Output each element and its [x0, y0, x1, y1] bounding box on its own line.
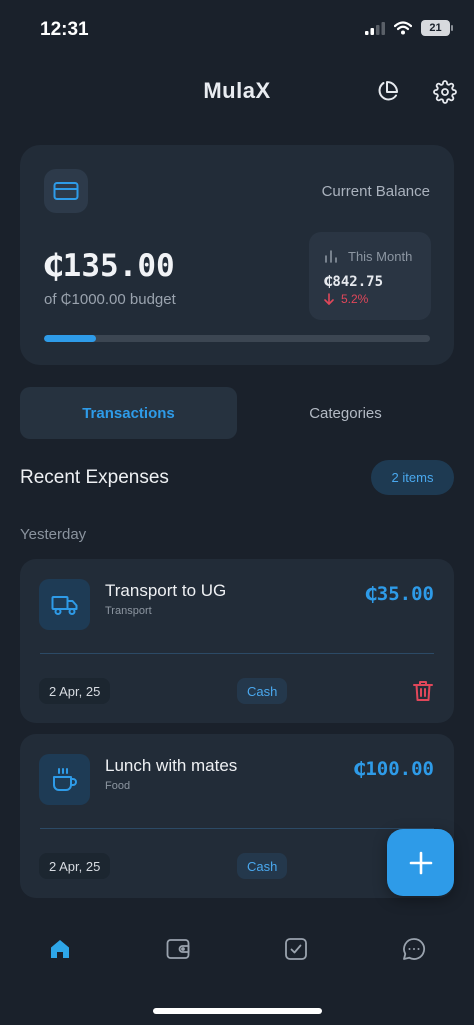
battery-level: 21: [429, 22, 442, 34]
current-balance-label: Current Balance: [321, 183, 430, 200]
transaction-date: 2 Apr, 25: [39, 678, 111, 704]
wallet-icon: [166, 939, 190, 959]
delete-button[interactable]: [412, 679, 434, 703]
date-group-label: Yesterday: [20, 526, 87, 543]
nav-chat[interactable]: [400, 935, 428, 963]
nav-wallet[interactable]: [164, 935, 192, 963]
payment-method-badge: Cash: [237, 853, 288, 879]
status-icons: 21: [365, 20, 453, 36]
transaction-title: Transport to UG: [105, 581, 227, 600]
transaction-icon-box: [39, 579, 90, 630]
transaction-amount: ₵35.00: [365, 583, 434, 605]
transaction-category: Transport: [105, 605, 152, 617]
budget-progress-bar: [44, 335, 430, 342]
trash-icon: [413, 681, 433, 701]
plus-icon: [409, 851, 432, 874]
home-indicator: [153, 1008, 322, 1014]
app-header: MulaX: [0, 70, 474, 114]
status-bar: 12:31 21: [0, 0, 474, 60]
settings-button[interactable]: [429, 76, 461, 108]
card-icon-box: [44, 169, 88, 213]
battery-indicator: 21: [421, 20, 453, 36]
this-month-amount: ₵842.75: [324, 274, 384, 290]
this-month-change-value: 5.2%: [341, 292, 369, 306]
truck-icon: [51, 595, 77, 615]
items-count-badge: 2 items: [371, 460, 454, 495]
divider: [40, 828, 434, 829]
home-icon: [51, 940, 69, 958]
signal-icon: [365, 21, 385, 35]
gear-icon: [433, 80, 457, 104]
transaction-amount: ₵100.00: [353, 758, 434, 780]
status-time: 12:31: [40, 19, 89, 40]
tab-categories[interactable]: Categories: [237, 387, 454, 439]
view-tabs: Transactions Categories: [20, 387, 454, 439]
credit-card-icon: [53, 182, 79, 200]
section-title: Recent Expenses: [20, 467, 169, 488]
budget-progress-fill: [44, 335, 97, 342]
balance-card: Current Balance ₵135.00 of ₵1000.00 budg…: [20, 145, 454, 365]
transaction-card[interactable]: Transport to UG Transport ₵35.00 2 Apr, …: [20, 559, 454, 723]
bar-chart-icon: [325, 250, 337, 263]
this-month-label: This Month: [348, 249, 413, 264]
payment-method-badge: Cash: [237, 678, 288, 704]
chat-icon: [403, 938, 426, 960]
stats-button[interactable]: [371, 76, 403, 108]
bottom-nav: [0, 910, 474, 990]
pie-chart-icon: [378, 81, 398, 101]
this-month-box: This Month ₵842.75 5.2%: [309, 232, 431, 320]
divider: [40, 653, 434, 654]
transaction-date: 2 Apr, 25: [39, 853, 111, 879]
coffee-icon: [52, 767, 77, 791]
transaction-icon-box: [39, 754, 90, 805]
checklist-icon: [285, 938, 307, 960]
arrow-down-icon: [324, 293, 334, 305]
balance-amount: ₵135.00: [44, 248, 175, 284]
wifi-icon: [394, 21, 412, 35]
transaction-category: Food: [105, 780, 131, 792]
tab-transactions[interactable]: Transactions: [20, 387, 237, 439]
this-month-change: 5.2%: [324, 292, 368, 306]
add-expense-button[interactable]: [387, 829, 454, 896]
nav-home[interactable]: [46, 935, 74, 963]
budget-text: of ₵1000.00 budget: [44, 291, 176, 308]
nav-tasks[interactable]: [282, 935, 310, 963]
transaction-title: Lunch with mates: [105, 756, 238, 775]
